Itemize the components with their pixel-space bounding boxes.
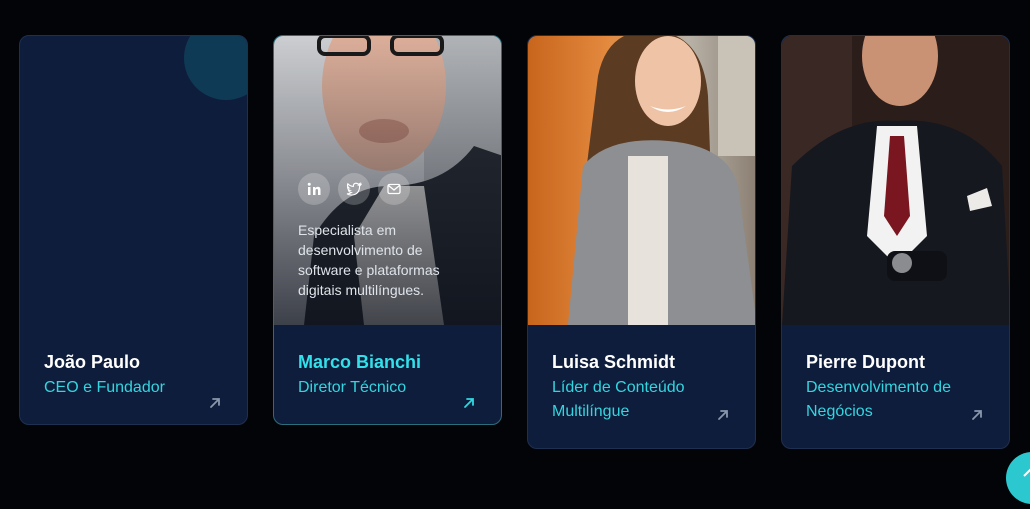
member-name: Pierre Dupont — [806, 352, 926, 372]
chevron-up-icon — [1023, 468, 1030, 477]
arrow-up-right-icon[interactable] — [969, 407, 985, 423]
member-role: Diretor Técnico — [298, 379, 407, 396]
scroll-top-button[interactable] — [1006, 452, 1030, 504]
card-info: João Paulo CEO e Fundador — [44, 351, 223, 408]
member-photo — [782, 36, 1009, 325]
team-card-joao-paulo[interactable]: João Paulo CEO e Fundador — [19, 35, 248, 425]
member-role: Líder de Conteúdo Multilíngue — [552, 379, 685, 420]
team-card-luisa-schmidt[interactable]: Luisa Schmidt Líder de Conteúdo Multilín… — [527, 35, 756, 449]
decorative-circle — [184, 36, 247, 100]
arrow-up-right-icon[interactable] — [461, 395, 477, 411]
member-name: Marco Bianchi — [298, 352, 422, 372]
twitter-icon — [346, 182, 362, 196]
member-role: CEO e Fundador — [44, 379, 165, 396]
linkedin-button[interactable] — [298, 173, 330, 205]
mail-icon — [387, 183, 401, 195]
member-photo — [528, 36, 755, 325]
arrow-up-right-icon[interactable] — [207, 395, 223, 411]
card-info: Marco Bianchi Diretor Técnico — [298, 351, 477, 408]
card-info: Luisa Schmidt Líder de Conteúdo Multilín… — [552, 351, 731, 424]
team-card-pierre-dupont[interactable]: Pierre Dupont Desenvolvimento de Negócio… — [781, 35, 1010, 449]
member-name: João Paulo — [44, 352, 141, 372]
social-links — [298, 173, 410, 205]
arrow-up-right-icon[interactable] — [715, 407, 731, 423]
member-role: Desenvolvimento de Negócios — [806, 379, 951, 420]
member-bio: Especialista em desenvolvimento de softw… — [298, 222, 440, 298]
member-name: Luisa Schmidt — [552, 352, 676, 372]
card-info: Pierre Dupont Desenvolvimento de Negócio… — [806, 351, 985, 424]
mail-button[interactable] — [378, 173, 410, 205]
twitter-button[interactable] — [338, 173, 370, 205]
linkedin-icon — [307, 182, 321, 195]
team-card-marco-bianchi[interactable]: Especialista em desenvolvimento de softw… — [273, 35, 502, 425]
